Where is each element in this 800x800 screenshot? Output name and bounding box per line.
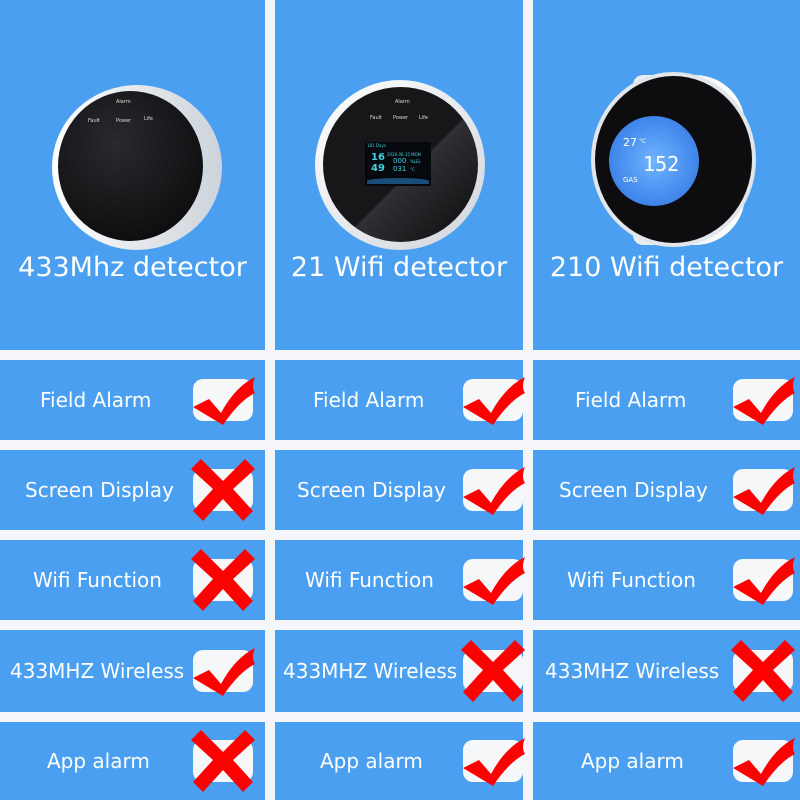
fault-label: Fault xyxy=(88,118,100,124)
feature-cell: 433MHZ Wireless xyxy=(275,630,525,712)
feature-cell: 433MHZ Wireless xyxy=(533,630,800,712)
detector-210-wifi-image: 27 °C 152 GAS xyxy=(591,72,756,247)
product-panel-433mhz: Alarm Fault Power Life 433Mhz detector xyxy=(0,0,265,350)
product-panel-210-wifi: 27 °C 152 GAS 210 Wifi detector xyxy=(533,0,800,350)
check-icon xyxy=(733,738,795,786)
feature-cell: Screen Display xyxy=(275,450,525,530)
product-title: 210 Wifi detector xyxy=(549,252,784,283)
feature-label: App alarm xyxy=(581,749,684,773)
detector-433mhz-image: Alarm Fault Power Life xyxy=(52,85,222,250)
check-icon xyxy=(463,557,525,605)
feature-cell: Screen Display xyxy=(0,450,265,530)
feature-cell: Field Alarm xyxy=(533,360,800,440)
feature-label: Wifi Function xyxy=(305,568,434,592)
alarm-label: Alarm xyxy=(116,99,131,105)
cross-icon xyxy=(191,730,255,792)
check-icon xyxy=(463,377,525,425)
feature-label: Screen Display xyxy=(25,478,174,502)
cross-icon xyxy=(461,640,525,702)
power-label: Power xyxy=(116,118,132,124)
check-icon xyxy=(193,648,255,696)
life-label: Life xyxy=(144,116,154,122)
check-icon xyxy=(463,467,525,515)
detector-21-wifi-image: Alarm Fault Power Life 181 Days 2020.06.… xyxy=(315,80,485,250)
feature-cell: 433MHZ Wireless xyxy=(0,630,265,712)
feature-label: 433MHZ Wireless xyxy=(10,659,185,683)
product-title: 21 Wifi detector xyxy=(290,252,508,283)
check-icon xyxy=(193,377,255,425)
feature-label: Field Alarm xyxy=(575,388,687,412)
cross-icon xyxy=(731,640,795,702)
check-icon xyxy=(733,467,795,515)
feature-cell: App alarm xyxy=(533,722,800,800)
lcd-screen: 181 Days 2020.06.15 MON 16 49 000 %LEL 0… xyxy=(365,142,431,186)
feature-label: Screen Display xyxy=(297,478,446,502)
life-label: Life xyxy=(419,115,429,121)
feature-label: App alarm xyxy=(47,749,150,773)
alarm-label: Alarm xyxy=(395,99,410,105)
product-title: 433Mhz detector xyxy=(18,252,247,283)
check-icon xyxy=(733,377,795,425)
product-panel-21-wifi: Alarm Fault Power Life 181 Days 2020.06.… xyxy=(275,0,523,350)
feature-label: Wifi Function xyxy=(33,568,162,592)
power-label: Power xyxy=(393,115,409,121)
feature-cell: Field Alarm xyxy=(0,360,265,440)
check-icon xyxy=(463,738,525,786)
feature-label: Field Alarm xyxy=(40,388,152,412)
feature-label: 433MHZ Wireless xyxy=(545,659,720,683)
feature-cell: Field Alarm xyxy=(275,360,525,440)
fault-label: Fault xyxy=(370,115,382,121)
feature-cell: Wifi Function xyxy=(0,540,265,620)
lcd-screen: 27 °C 152 GAS xyxy=(609,116,699,206)
feature-label: Wifi Function xyxy=(567,568,696,592)
cross-icon xyxy=(191,549,255,611)
feature-cell: Wifi Function xyxy=(275,540,525,620)
feature-label: Screen Display xyxy=(559,478,708,502)
feature-label: 433MHZ Wireless xyxy=(283,659,458,683)
feature-cell: App alarm xyxy=(275,722,525,800)
check-icon xyxy=(733,557,795,605)
feature-cell: App alarm xyxy=(0,722,265,800)
feature-cell: Screen Display xyxy=(533,450,800,530)
feature-cell: Wifi Function xyxy=(533,540,800,620)
feature-label: Field Alarm xyxy=(313,388,425,412)
feature-label: App alarm xyxy=(320,749,423,773)
cross-icon xyxy=(191,459,255,521)
